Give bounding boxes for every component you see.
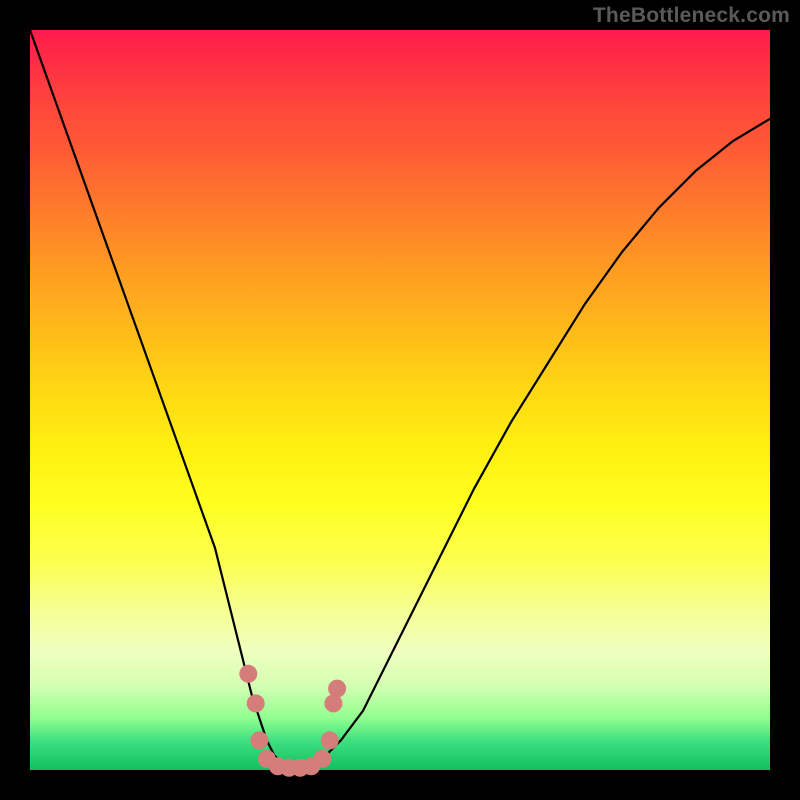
- watermark-text: TheBottleneck.com: [593, 4, 790, 28]
- chart-frame: TheBottleneck.com: [0, 0, 800, 800]
- plot-area: [30, 30, 770, 770]
